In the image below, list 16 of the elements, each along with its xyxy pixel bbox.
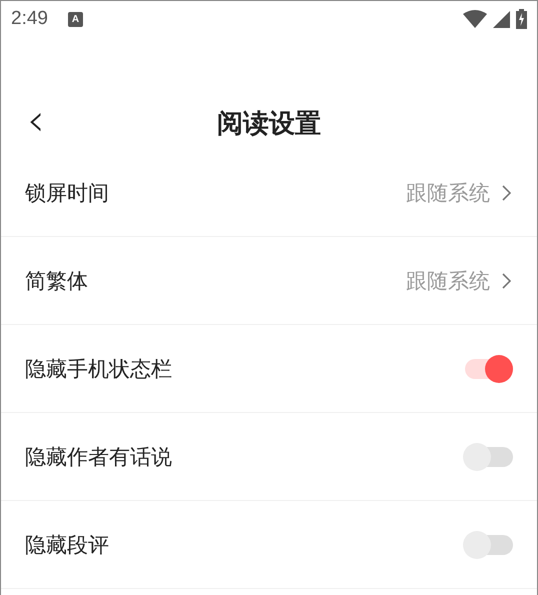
wifi-icon — [463, 10, 487, 28]
setting-label: 锁屏时间 — [25, 180, 110, 206]
notification-icon: A — [68, 12, 83, 26]
setting-label: 隐藏手机状态栏 — [25, 356, 173, 382]
setting-label: 隐藏段评 — [25, 532, 110, 558]
battery-icon — [516, 9, 527, 29]
page-title: 阅读设置 — [217, 108, 321, 140]
setting-value[interactable]: 跟随系统 — [406, 178, 490, 206]
setting-value[interactable]: 跟随系统 — [406, 266, 490, 294]
signal-icon — [493, 10, 510, 28]
chevron-right-icon — [502, 272, 511, 288]
status-time: 2:49 — [11, 8, 48, 30]
setting-label: 隐藏作者有话说 — [25, 444, 173, 470]
setting-label: 简繁体 — [25, 268, 89, 294]
chevron-right-icon — [502, 184, 511, 200]
back-button[interactable]: ‹ — [23, 101, 49, 141]
